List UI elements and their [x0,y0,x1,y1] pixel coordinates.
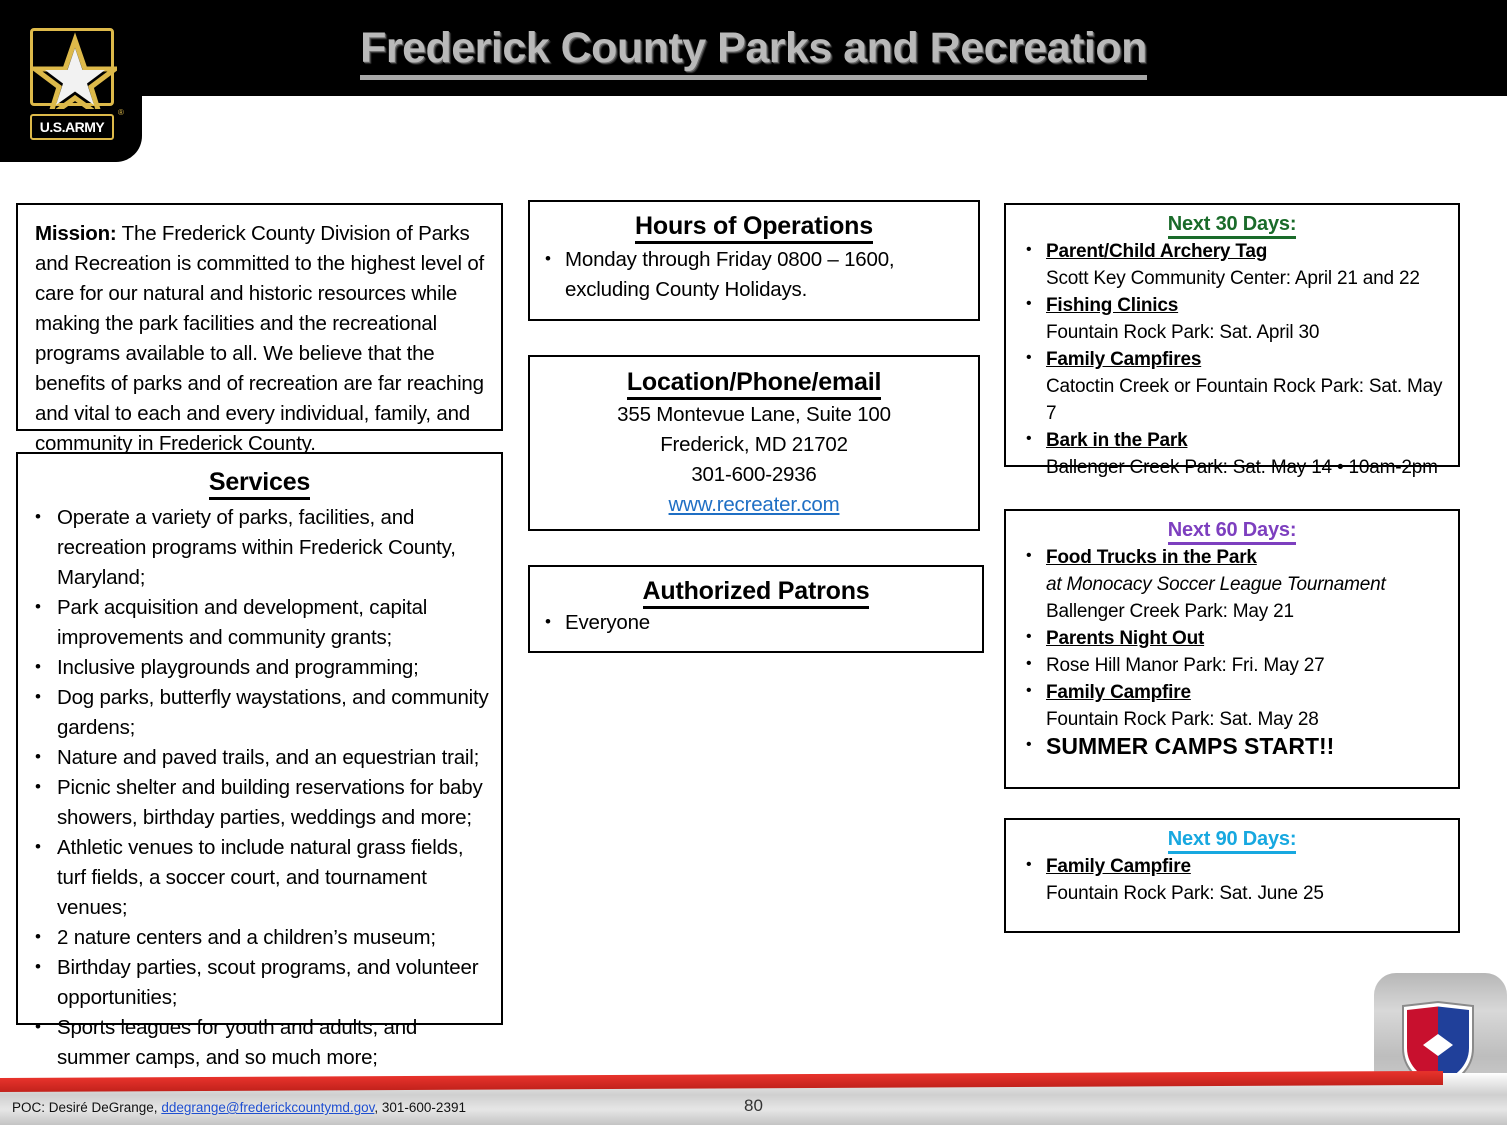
services-list: Operate a variety of parks, facilities, … [18,502,501,1073]
hours-title: Hours of Operations [530,212,978,244]
next-90-days-title-text: Next 90 Days: [1167,828,1296,854]
list-item: Sports leagues for youth and adults, and… [29,1012,491,1073]
list-item: Picnic shelter and building reservations… [29,772,491,833]
next-60-days-title: Next 60 Days: [1006,519,1458,545]
website-link[interactable]: www.recreater.com [669,493,840,516]
event-list-item: SUMMER CAMPS START!! [1014,731,1450,762]
event-detail: Catoctin Creek or Fountain Rock Park: Sa… [1046,376,1443,424]
event-name: Family Campfire [1046,856,1191,877]
slide-root: Frederick County Parks and Recreation U.… [0,0,1507,1125]
event-list-item: Food Trucks in the Park at Monocacy Socce… [1014,542,1450,625]
event-name: Food Trucks in the Park [1046,547,1257,568]
list-item: Inclusive playgrounds and programming; [29,652,491,683]
list-item: 2 nature centers and a children’s museum… [29,922,491,953]
event-detail: Fountain Rock Park: Sat. April 30 [1046,322,1320,343]
next-30-days-list: Parent/Child Archery Tag Scott Key Commun… [1006,236,1458,481]
army-wordmark-text: U.S.ARMY [39,119,105,135]
registered-mark-icon: ® [118,108,124,117]
list-item: Nature and paved trails, and an equestri… [29,742,491,773]
event-highlight: SUMMER CAMPS START!! [1046,733,1335,759]
event-detail: Fountain Rock Park: Sat. June 25 [1046,883,1324,904]
event-subtitle: at Monocacy Soccer League Tournament [1046,574,1386,595]
army-wordmark: U.S.ARMY [30,114,114,140]
event-name: Parents Night Out [1046,628,1205,649]
next-90-days-box: Next 90 Days: Family Campfire Fountain Ro… [1004,818,1460,933]
next-30-days-box: Next 30 Days: Parent/Child Archery Tag Sc… [1004,203,1460,478]
event-name: Family Campfires [1046,349,1202,370]
location-title-text: Location/Phone/email [626,368,881,400]
page-title: Frederick County Parks and Recreation [0,24,1507,80]
next-90-days-title: Next 90 Days: [1006,828,1458,854]
mission-box: Mission: The Frederick County Division o… [16,203,503,455]
address-line-2: Frederick, MD 21702 [660,433,848,456]
list-item: Operate a variety of parks, facilities, … [29,502,491,593]
event-detail: Scott Key Community Center: April 21 and… [1046,268,1420,289]
location-title: Location/Phone/email [530,368,978,400]
event-name: Fishing Clinics [1046,295,1179,316]
list-item: Park acquisition and development, capita… [29,592,491,653]
phone-number: 301-600-2936 [691,463,817,486]
next-60-days-title-text: Next 60 Days: [1167,519,1296,545]
event-name: Bark in the Park [1046,430,1188,451]
page-title-text: Frederick County Parks and Recreation [360,24,1147,80]
event-detail: Rose Hill Manor Park: Fri. May 27 [1046,655,1325,676]
location-phone-email-box: Location/Phone/email 355 Montevue Lane, … [528,355,980,531]
event-detail: Ballenger Creek Park: Sat. May 14 • 10am… [1046,457,1438,478]
hours-of-operations-box: Hours of Operations Monday through Frida… [528,200,980,321]
mission-text-block: Mission: The Frederick County Division o… [18,205,501,459]
list-item: Birthday parties, scout programs, and vo… [29,952,491,1013]
patrons-title: Authorized Patrons [530,577,982,609]
us-army-logo: U.S.ARMY ® [27,28,130,148]
event-detail: Ballenger Creek Park: May 21 [1046,601,1294,622]
patrons-title-text: Authorized Patrons [642,577,870,609]
event-list-item: Family Campfires Catoctin Creek or Founta… [1014,344,1450,427]
army-star-icon [27,28,123,123]
mission-text: The Frederick County Division of Parks a… [35,222,485,455]
list-item: Athletic venues to include natural grass… [29,832,491,923]
event-list-item: Rose Hill Manor Park: Fri. May 27 [1014,650,1450,679]
event-list-item: Parents Night Out [1014,623,1450,652]
event-list-item: Fishing Clinics Fountain Rock Park: Sat. … [1014,290,1450,346]
authorized-patrons-box: Authorized Patrons Everyone [528,565,984,653]
next-90-days-list: Family Campfire Fountain Rock Park: Sat. … [1006,851,1458,907]
patrons-list: Everyone [530,608,982,637]
event-name: Parent/Child Archery Tag [1046,241,1268,262]
event-detail: Fountain Rock Park: Sat. May 28 [1046,709,1319,730]
next-60-days-box: Next 60 Days: Food Trucks in the Park at … [1004,509,1460,789]
mission-label: Mission: [35,222,117,245]
hours-list: Monday through Friday 0800 – 1600, exclu… [530,244,978,305]
list-item: Monday through Friday 0800 – 1600, exclu… [539,244,966,305]
next-60-days-list: Food Trucks in the Park at Monocacy Socce… [1006,542,1458,762]
list-item: Everyone [539,608,970,637]
star-icon [27,32,123,123]
hours-title-text: Hours of Operations [635,212,873,244]
event-list-item: Parent/Child Archery Tag Scott Key Commun… [1014,236,1450,292]
list-item: Dog parks, butterfly waystations, and co… [29,682,491,743]
services-box: Services Operate a variety of parks, fac… [16,452,503,1069]
next-30-days-title: Next 30 Days: [1006,213,1458,239]
services-title-text: Services [208,468,310,500]
event-name: Family Campfire [1046,682,1191,703]
website-line: www.recreater.com [530,490,978,520]
address-line-1: 355 Montevue Lane, Suite 100 [617,403,891,426]
event-list-item: Family Campfire Fountain Rock Park: Sat. … [1014,677,1450,733]
services-title: Services [18,468,501,500]
event-list-item: Bark in the Park Ballenger Creek Park: Sa… [1014,425,1450,481]
event-list-item: Family Campfire Fountain Rock Park: Sat. … [1014,851,1450,907]
next-30-days-title-text: Next 30 Days: [1167,213,1296,239]
page-number: 80 [744,1096,763,1115]
